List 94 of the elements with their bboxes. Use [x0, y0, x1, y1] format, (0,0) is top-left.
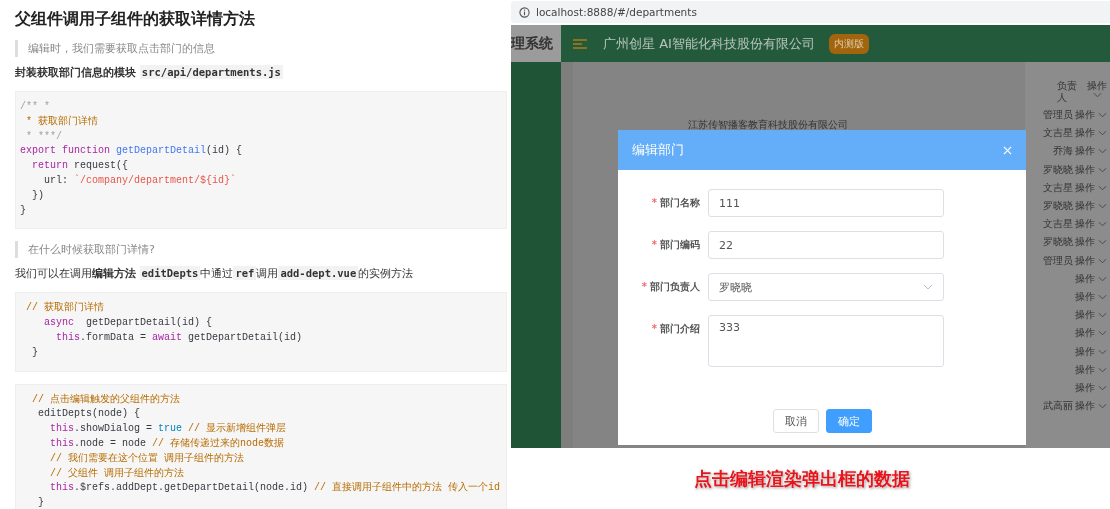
- paragraph: 我们可以在调用编辑方法 editDepts 中通过 ref 调用 add-dept.vue 的实例方法: [15, 266, 415, 282]
- code-line: async getDepartDetail(id) {: [43, 316, 214, 331]
- code-line: }: [20, 203, 27, 218]
- caret-icon: [1098, 239, 1107, 246]
- field-label: * 部门编码: [650, 238, 701, 252]
- action-dropdown[interactable]: 操作: [1075, 217, 1107, 232]
- caret-icon: [1098, 384, 1107, 391]
- person-name: 文吉星: [1043, 217, 1073, 232]
- caption-text: 点击编辑渲染弹出框的数据: [694, 466, 910, 491]
- action-dropdown[interactable]: 操作: [1075, 362, 1107, 377]
- action-dropdown[interactable]: 操作: [1075, 271, 1107, 286]
- caret-icon: [1098, 203, 1107, 210]
- action-dropdown[interactable]: 操作: [1075, 108, 1107, 123]
- input-field[interactable]: 111: [708, 189, 944, 217]
- code-line: }: [37, 496, 45, 509]
- action-dropdown[interactable]: 操作: [1075, 344, 1107, 359]
- blockquote: 在什么时候获取部门详情?: [15, 241, 507, 259]
- paragraph: 封装获取部门信息的模块 src/api/departments.js: [15, 65, 284, 80]
- url-text: localhost:8888/#/departments: [536, 6, 697, 18]
- confirm-button[interactable]: 确定: [825, 409, 872, 433]
- cancel-button[interactable]: 取消: [772, 409, 819, 433]
- info-icon: [519, 6, 530, 18]
- action-dropdown[interactable]: 操作: [1075, 326, 1107, 341]
- code-line: export function getDepartDetail(id) {: [20, 144, 244, 159]
- caret-icon: [1098, 348, 1107, 355]
- caret-icon: [1098, 112, 1107, 119]
- action-dropdown[interactable]: 操作: [1075, 308, 1107, 323]
- code-line: this.node = node // 存储传递过来的node数据: [49, 436, 286, 451]
- caret-icon: [1098, 293, 1107, 300]
- action-dropdown[interactable]: 操作: [1075, 380, 1107, 395]
- blockquote: 编辑时，我们需要获取点击部门的信息: [15, 40, 507, 57]
- caret-icon: [1098, 312, 1107, 319]
- column-header: 操作: [1087, 80, 1107, 104]
- action-dropdown[interactable]: 操作: [1075, 235, 1107, 250]
- field-label: * 部门负责人: [640, 280, 701, 294]
- field-label: * 部门名称: [650, 196, 701, 210]
- dialog-title: 编辑部门: [632, 141, 684, 159]
- menu-icon[interactable]: [573, 38, 587, 49]
- person-name: 罗晓晓: [1043, 199, 1073, 214]
- code-line: /** *: [20, 100, 51, 114]
- tree-root-label: 江苏传智播客教育科技股份有限公司: [688, 118, 849, 132]
- code-line: editDepts(node) {: [37, 407, 142, 422]
- person-name: 管理员: [1043, 253, 1073, 268]
- field-label: * 部门介绍: [650, 322, 701, 336]
- code-line: url: `/company/department/${id}`: [43, 174, 238, 188]
- caret-icon: [1098, 275, 1107, 282]
- code-line: this.formData = await getDepartDetail(id): [55, 330, 304, 345]
- caret-icon: [1098, 221, 1107, 228]
- action-dropdown[interactable]: 操作: [1075, 162, 1107, 177]
- person-name: 罗晓晓: [1043, 235, 1073, 250]
- code-line: }): [31, 188, 45, 203]
- action-dropdown[interactable]: 操作: [1075, 180, 1107, 195]
- caret-icon: [923, 284, 933, 290]
- caret-icon: [1098, 166, 1107, 173]
- action-dropdown[interactable]: 操作: [1075, 144, 1107, 159]
- code-line: // 我们需要在这个位置 调用子组件的方法: [49, 451, 245, 466]
- caret-icon: [1098, 403, 1107, 410]
- code-line: * ***/: [25, 129, 63, 144]
- person-name: 乔海: [1053, 144, 1073, 159]
- code-line: this.showDialog = true // 显示新增组件弹层: [49, 422, 288, 437]
- company-name: 广州创星 AI智能化科技股份有限公司: [603, 34, 815, 53]
- person-name: 罗晓晓: [1043, 162, 1073, 177]
- action-dropdown[interactable]: 操作: [1075, 199, 1107, 214]
- code-line: return request({: [31, 159, 130, 174]
- logo-text: 理系统: [511, 25, 561, 62]
- address-bar[interactable]: localhost:8888/#/departments: [511, 1, 1110, 23]
- caret-icon: [1098, 184, 1107, 191]
- textarea-field[interactable]: 333: [708, 315, 944, 367]
- caret-icon: [1098, 366, 1107, 373]
- code-line: }: [31, 345, 39, 360]
- action-dropdown[interactable]: 操作: [1075, 253, 1107, 268]
- version-badge: 内测版: [828, 33, 869, 54]
- caret-icon: [1092, 92, 1102, 98]
- input-field[interactable]: 22: [708, 231, 944, 259]
- article-title: 父组件调用子组件的获取详情方法: [15, 9, 256, 30]
- code-line: // 获取部门详情: [25, 301, 105, 316]
- close-icon[interactable]: [1003, 145, 1012, 155]
- person-name: 管理员: [1043, 108, 1073, 123]
- code-line: this.$refs.addDept.getDepartDetail(node.id) // 直接调用子组件中的方法 传入一个id: [49, 481, 502, 496]
- caret-icon: [1098, 130, 1107, 137]
- code-line: // 父组件 调用子组件的方法: [49, 466, 185, 481]
- code-line: * 获取部门详情: [25, 114, 99, 129]
- caret-icon: [1098, 148, 1107, 155]
- column-header: 负责人: [1057, 80, 1078, 104]
- action-dropdown[interactable]: 操作: [1075, 399, 1107, 414]
- action-dropdown[interactable]: 操作: [1075, 289, 1107, 304]
- caret-icon: [1098, 257, 1107, 264]
- person-name: 文吉星: [1043, 180, 1073, 195]
- person-name: 武高丽: [1043, 399, 1073, 414]
- select-field[interactable]: 罗晓晓: [708, 273, 944, 301]
- caret-icon: [1098, 330, 1107, 337]
- code-line: // 点击编辑触发的父组件的方法: [31, 392, 181, 407]
- person-name: 文吉星: [1043, 126, 1073, 141]
- action-dropdown[interactable]: 操作: [1075, 126, 1107, 141]
